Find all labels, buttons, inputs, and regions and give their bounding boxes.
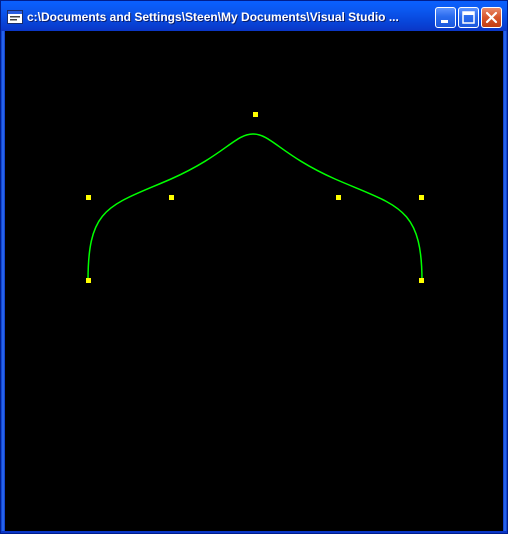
bezier-curve — [87, 133, 423, 282]
control-point[interactable] — [336, 195, 341, 200]
window-border-right — [503, 31, 507, 533]
control-point[interactable] — [86, 278, 91, 283]
app-window: c:\Documents and Settings\Steen\My Docum… — [0, 0, 508, 534]
maximize-icon — [462, 11, 475, 24]
control-point[interactable] — [253, 112, 258, 117]
title-bar[interactable]: c:\Documents and Settings\Steen\My Docum… — [1, 1, 507, 31]
drawing-canvas[interactable] — [5, 31, 503, 531]
bezier-canvas — [86, 112, 424, 283]
close-icon — [485, 11, 498, 24]
window-border-bottom — [1, 531, 507, 533]
maximize-button[interactable] — [458, 7, 479, 28]
control-point[interactable] — [419, 195, 424, 200]
minimize-button[interactable] — [435, 7, 456, 28]
close-button[interactable] — [481, 7, 502, 28]
minimize-icon — [441, 20, 448, 23]
control-point[interactable] — [419, 278, 424, 283]
control-point[interactable] — [169, 195, 174, 200]
control-point[interactable] — [86, 195, 91, 200]
window-title: c:\Documents and Settings\Steen\My Docum… — [27, 10, 399, 24]
app-icon[interactable] — [7, 9, 23, 24]
